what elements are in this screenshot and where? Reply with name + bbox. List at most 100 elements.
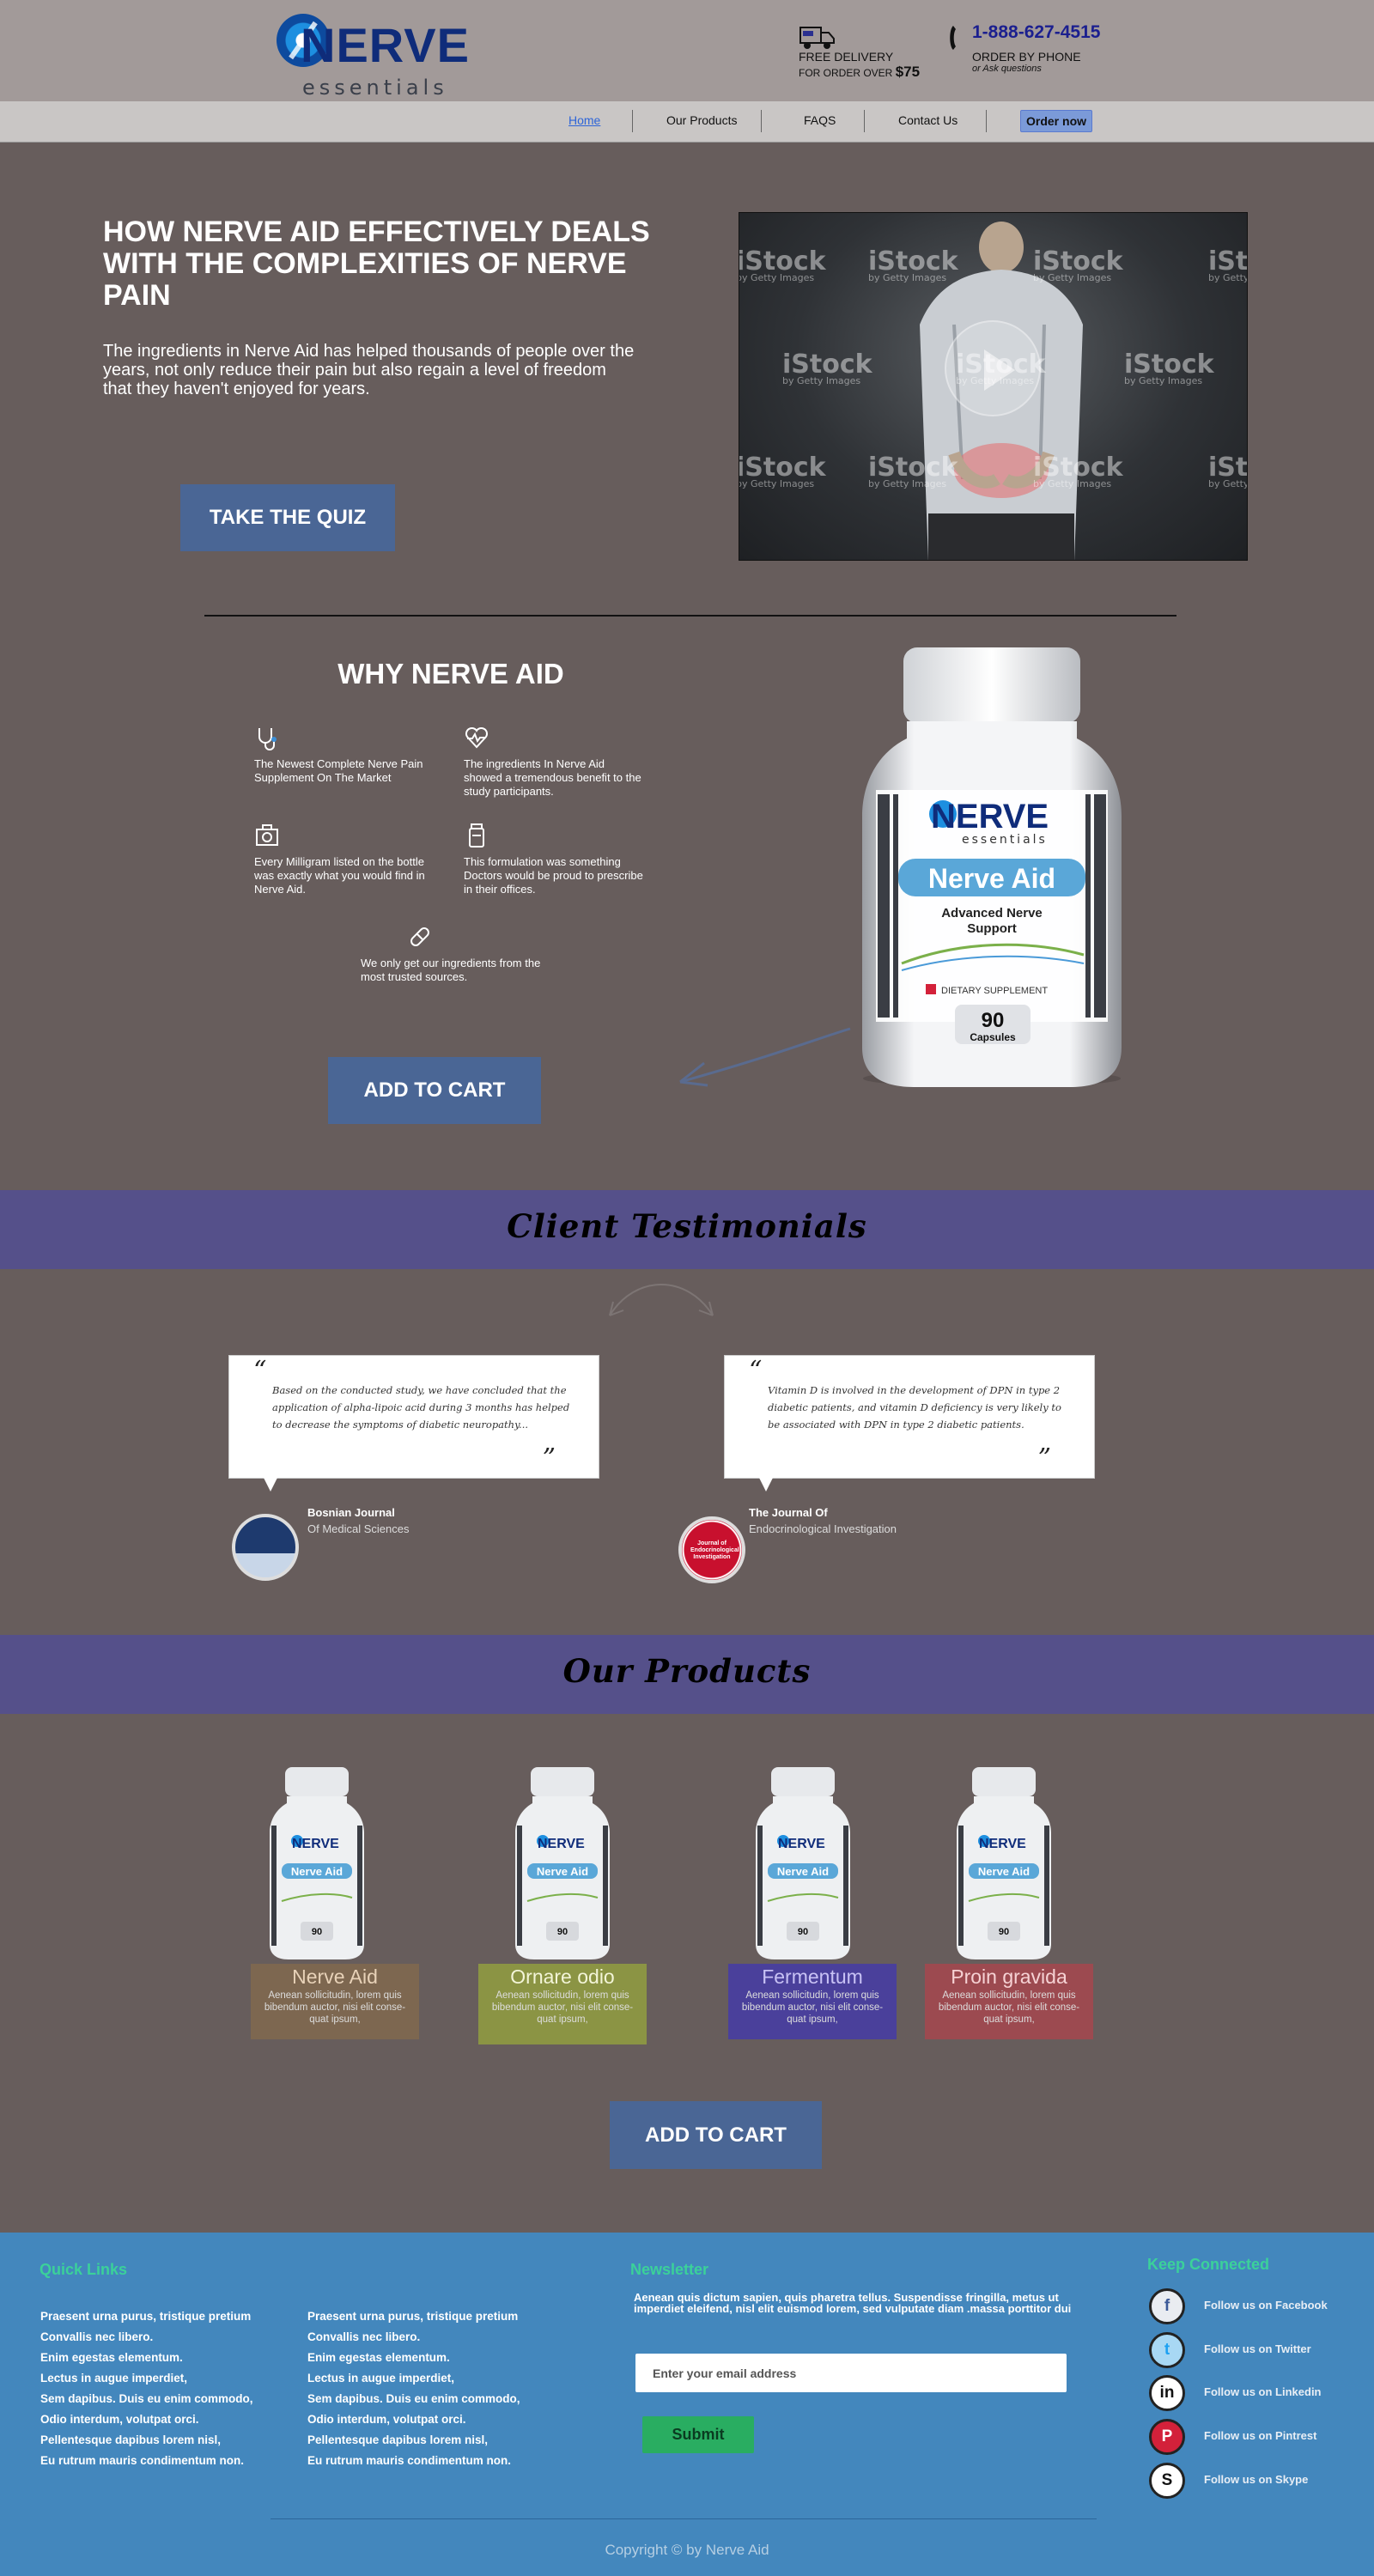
twitter-icon: t — [1149, 2332, 1185, 2368]
testimonial-card: “ Based on the conducted study, we have … — [228, 1355, 599, 1492]
newsletter-title: Newsletter — [630, 2261, 709, 2278]
skype-icon: S — [1149, 2463, 1185, 2499]
hero-text: The ingredients in Nerve Aid has helped … — [103, 342, 635, 398]
quick-link[interactable]: Pellentesque dapibus lorem nisl, — [307, 2430, 520, 2451]
site-header: NERVE essentials FREE DELIVERY FOR ORDER… — [0, 0, 1374, 101]
testimonial-source: Bosnian Journal — [307, 1506, 395, 1519]
product-name: Nerve Aid — [292, 1965, 378, 1988]
bottle-icon — [469, 823, 484, 848]
quick-link[interactable]: Odio interdum, volutpat orci. — [40, 2409, 253, 2430]
speech-tail — [264, 1478, 277, 1492]
feature-item: Every Milligram listed on the bottle was… — [254, 823, 435, 896]
nav-home[interactable]: Home — [568, 113, 600, 127]
quick-link[interactable]: Enim egestas elementum. — [307, 2348, 520, 2368]
social-label: Follow us on Skype — [1204, 2473, 1309, 2486]
quick-links-title: Quick Links — [40, 2261, 128, 2278]
svg-text:Nerve Aid: Nerve Aid — [777, 1865, 829, 1878]
svg-text:essentials: essentials — [962, 833, 1048, 847]
testimonials-title: Client Testimonials — [507, 1207, 867, 1245]
social-link[interactable]: f Follow us on Facebook — [1149, 2288, 1372, 2324]
watermark: iStockby Getty Images — [868, 246, 958, 283]
svg-text:90: 90 — [982, 1009, 1005, 1032]
quick-link[interactable]: Sem dapibus. Duis eu enim commodo, — [40, 2389, 253, 2409]
watermark: iStockby Getty Images — [1208, 246, 1248, 283]
add-to-cart-button[interactable]: ADD TO CART — [328, 1057, 541, 1124]
quick-link[interactable]: Enim egestas elementum. — [40, 2348, 253, 2368]
social-link[interactable]: in Follow us on Linkedin — [1149, 2375, 1372, 2411]
email-input[interactable] — [635, 2354, 1067, 2392]
order-now-button[interactable]: Order now — [1020, 110, 1093, 132]
testimonial-card: “ Vitamin D is involved in the developme… — [724, 1355, 1095, 1492]
nav-contact-us[interactable]: Contact Us — [898, 113, 958, 127]
product-bottle-image[interactable]: NERVE Nerve Aid 90 — [512, 1765, 613, 1963]
testimonial-quote: Based on the conducted study, we have co… — [272, 1384, 570, 1431]
quick-link[interactable]: Praesent urna purus, tristique pretium — [40, 2306, 253, 2327]
quick-link[interactable]: Convallis nec libero. — [40, 2327, 253, 2348]
quick-link[interactable]: Eu rutrum mauris condimentum non. — [40, 2451, 253, 2471]
quick-links-list: Praesent urna purus, tristique pretium C… — [40, 2306, 253, 2471]
nav-faqs[interactable]: FAQS — [804, 113, 836, 127]
svg-text:Capsules: Capsules — [970, 1031, 1016, 1043]
social-link[interactable]: S Follow us on Skype — [1149, 2463, 1372, 2499]
main-nav: Home Our Products FAQS Contact Us Order … — [0, 101, 1374, 143]
svg-text:90: 90 — [798, 1927, 808, 1937]
testimonial-source: The Journal Of — [749, 1506, 828, 1519]
feature-item: This formulation was something Doctors w… — [464, 823, 644, 896]
pinterest-icon: P — [1149, 2419, 1185, 2455]
nerve-essentials-logo[interactable]: NERVE essentials — [277, 12, 483, 100]
social-link[interactable]: t Follow us on Twitter — [1149, 2332, 1372, 2368]
feature-text: The ingredients In Nerve Aid showed a tr… — [464, 757, 641, 798]
linkedin-icon: in — [1149, 2375, 1185, 2411]
product-bottle-image[interactable]: NERVE Nerve Aid 90 — [953, 1765, 1055, 1963]
hero-video[interactable]: iStock by Getty Images iStock by Getty Ima… — [739, 212, 1248, 561]
nav-divider — [864, 110, 865, 132]
footer-divider — [271, 2518, 1097, 2519]
nav-divider — [986, 110, 987, 132]
quick-link[interactable]: Praesent urna purus, tristique pretium — [307, 2306, 520, 2327]
journal-avatar — [232, 1514, 299, 1581]
add-to-cart-button[interactable]: ADD TO CART — [610, 2101, 822, 2169]
product-card[interactable]: Ornare odio Aenean sollicitudin, lorem qu… — [478, 1964, 647, 2044]
watermark: iStockby Getty Images — [739, 453, 826, 489]
open-quote-icon: “ — [749, 1356, 763, 1386]
product-bottle-image[interactable]: NERVE Nerve Aid 90 — [266, 1765, 368, 1963]
swirl-arrow-icon — [609, 1284, 714, 1316]
quick-link[interactable]: Lectus in augue imperdiet, — [307, 2368, 520, 2389]
product-name: Fermentum — [762, 1965, 863, 1988]
submit-button[interactable]: Submit — [642, 2416, 754, 2453]
quick-link[interactable]: Lectus in augue imperdiet, — [40, 2368, 253, 2389]
quick-links-list: Praesent urna purus, tristique pretium C… — [307, 2306, 520, 2471]
curved-arrow-icon — [679, 1027, 851, 1087]
social-label: Follow us on Linkedin — [1204, 2385, 1322, 2398]
quick-link[interactable]: Convallis nec libero. — [307, 2327, 520, 2348]
product-card[interactable]: Proin gravida Aenean sollicitudin, lorem … — [925, 1964, 1093, 2039]
product-card[interactable]: Nerve Aid Aenean sollicitudin, lorem quis… — [251, 1964, 419, 2039]
svg-text:NERVE: NERVE — [538, 1837, 585, 1851]
nerve-aid-bottle-image: NERVE essentials Nerve Aid Advanced Nerv… — [862, 647, 1122, 1087]
copyright-text: Copyright © by Nerve Aid — [605, 2542, 769, 2558]
social-label: Follow us on Facebook — [1204, 2299, 1328, 2312]
feature-text: Every Milligram listed on the bottle was… — [254, 855, 425, 896]
svg-text:Nerve Aid: Nerve Aid — [291, 1865, 343, 1878]
phone-number[interactable]: 1-888-627-4515 — [972, 22, 1100, 43]
stethoscope-icon — [258, 728, 277, 750]
phone-line2: or Ask questions — [972, 64, 1042, 74]
social-label: Follow us on Pintrest — [1204, 2429, 1317, 2442]
facebook-icon: f — [1149, 2288, 1185, 2324]
svg-text:90: 90 — [557, 1927, 568, 1937]
quick-link[interactable]: Sem dapibus. Duis eu enim commodo, — [307, 2389, 520, 2409]
nav-our-products[interactable]: Our Products — [666, 113, 737, 127]
pill-icon — [410, 927, 429, 946]
product-bottle-image[interactable]: NERVE Nerve Aid 90 — [752, 1765, 854, 1963]
quick-link[interactable]: Odio interdum, volutpat orci. — [307, 2409, 520, 2430]
product-card[interactable]: Fermentum Aenean sollicitudin, lorem quis… — [728, 1964, 897, 2039]
quick-link[interactable]: Pellentesque dapibus lorem nisl, — [40, 2430, 253, 2451]
product-description: Aenean sollicitudin, lorem quis bibendum… — [938, 1990, 1080, 2025]
take-the-quiz-button[interactable]: TAKE THE QUIZ — [180, 484, 395, 551]
svg-text:NERVE: NERVE — [931, 798, 1049, 835]
svg-text:90: 90 — [999, 1927, 1009, 1937]
watermark: iStockby Getty Images — [1208, 453, 1248, 489]
social-link[interactable]: P Follow us on Pintrest — [1149, 2419, 1372, 2455]
feature-item: The Newest Complete Nerve Pain Supplemen… — [254, 725, 435, 785]
quick-link[interactable]: Eu rutrum mauris condimentum non. — [307, 2451, 520, 2471]
